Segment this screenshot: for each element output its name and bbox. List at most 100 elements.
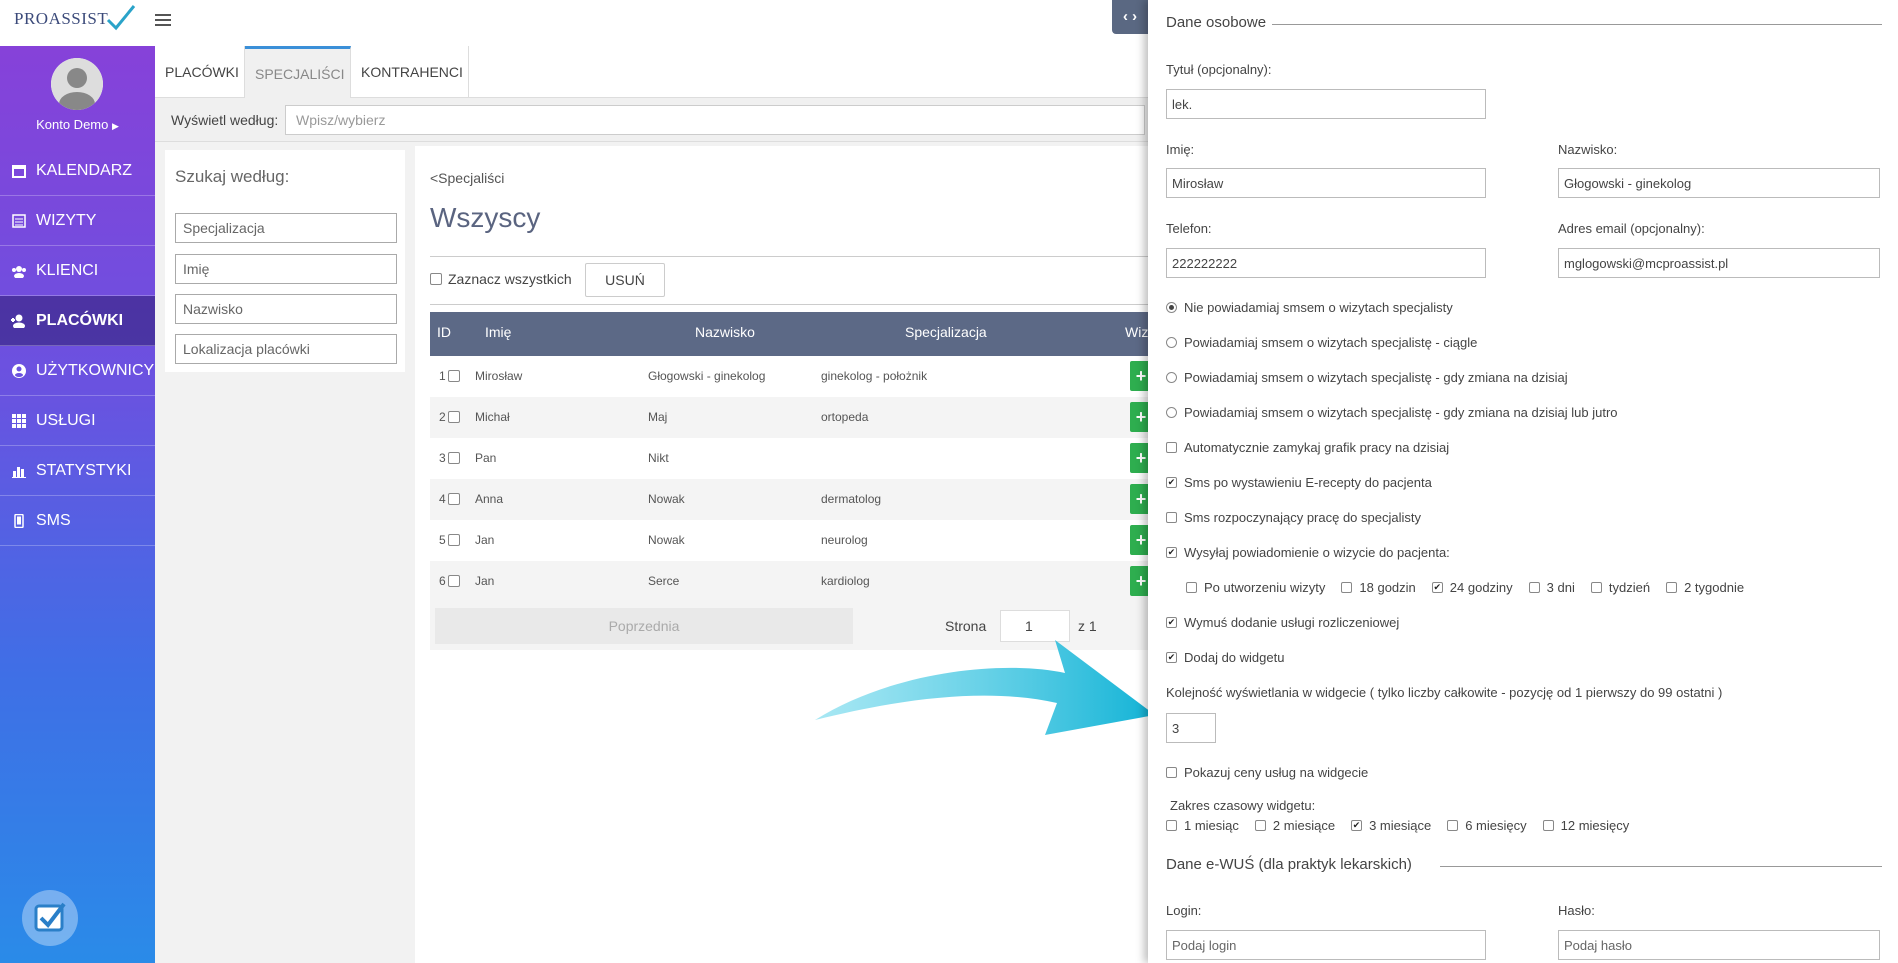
first-name-input[interactable]: Mirosław: [1166, 168, 1486, 198]
row-checkbox[interactable]: [447, 575, 460, 587]
show-prices-option[interactable]: Pokazuj ceny usług na widgecie: [1166, 765, 1368, 780]
sms-option-today[interactable]: Powiadamiaj smsem o wizytach specjalistę…: [1166, 370, 1568, 385]
checkbox[interactable]: [1590, 582, 1602, 593]
tab-placowki[interactable]: PLACÓWKI: [155, 46, 245, 98]
radio-button[interactable]: [1166, 407, 1177, 418]
notify-time-24h[interactable]: 24 godziny: [1431, 580, 1513, 595]
notify-time-18h[interactable]: 18 godzin: [1341, 580, 1416, 595]
table-row[interactable]: 6 Jan Serce kardiolog +: [430, 561, 1152, 602]
last-name-input[interactable]: Głogowski - ginekolog: [1558, 168, 1880, 198]
range-3-months[interactable]: 3 miesiące: [1351, 818, 1431, 833]
back-link[interactable]: <Specjaliści: [430, 170, 504, 186]
row-checkbox[interactable]: [447, 411, 460, 423]
help-badge[interactable]: [22, 890, 78, 946]
delete-button[interactable]: USUŃ: [585, 263, 665, 297]
tab-specjalisci[interactable]: SPECJALIŚCI: [245, 46, 351, 98]
force-service-option[interactable]: Wymuś dodanie usługi rozliczeniowej: [1166, 615, 1399, 630]
erecepta-option[interactable]: Sms po wystawieniu E-recepty do pacjenta: [1166, 475, 1432, 490]
checkbox[interactable]: [1431, 582, 1443, 593]
checkbox[interactable]: [1166, 652, 1177, 663]
sidebar-item-uslugi[interactable]: USŁUGI: [0, 396, 155, 446]
sidebar-item-klienci[interactable]: KLIENCI: [0, 246, 155, 296]
checkbox[interactable]: [1166, 547, 1177, 558]
range-2-months[interactable]: 2 miesiące: [1254, 818, 1335, 833]
tab-kontrahenci[interactable]: KONTRAHENCI: [351, 46, 469, 98]
checkbox[interactable]: [1351, 820, 1363, 831]
radio-button[interactable]: [1166, 302, 1177, 313]
range-1-month[interactable]: 1 miesiąc: [1166, 818, 1239, 833]
checkbox[interactable]: [1166, 512, 1177, 523]
checkbox[interactable]: [1528, 582, 1540, 593]
add-widget-option[interactable]: Dodaj do widgetu: [1166, 650, 1284, 665]
autoclose-option[interactable]: Automatycznie zamykaj grafik pracy na dz…: [1166, 440, 1449, 455]
search-imie-input[interactable]: Imię: [175, 254, 397, 284]
section-ewus-label: Dane e-WUŚ (dla praktyk lekarskich): [1166, 856, 1412, 873]
account-name[interactable]: Konto Demo ▶: [0, 117, 155, 132]
checkbox[interactable]: [1447, 820, 1459, 831]
sidebar-item-wizyty[interactable]: WIZYTY: [0, 196, 155, 246]
checkbox[interactable]: [1666, 582, 1678, 593]
checkbox[interactable]: [1166, 820, 1177, 831]
col-id[interactable]: ID: [437, 324, 451, 340]
checkbox[interactable]: [1166, 617, 1177, 628]
sidebar-item-uzytkownicy[interactable]: UŻYTKOWNICY: [0, 346, 155, 396]
col-imie[interactable]: Imię: [485, 324, 511, 340]
hamburger-icon[interactable]: [155, 13, 171, 27]
sms-option-none[interactable]: Nie powiadamiaj smsem o wizytach specjal…: [1166, 300, 1453, 315]
sidebar-item-kalendarz[interactable]: KALENDARZ: [0, 146, 155, 196]
start-sms-option[interactable]: Sms rozpoczynający pracę do specjalisty: [1166, 510, 1421, 525]
title-input[interactable]: lek.: [1166, 89, 1486, 119]
table-row[interactable]: 5 Jan Nowak neurolog +: [430, 520, 1152, 561]
row-checkbox[interactable]: [447, 493, 460, 505]
table-row[interactable]: 1 Mirosław Głogowski - ginekolog ginekolog …: [430, 356, 1152, 397]
col-specjalizacja[interactable]: Specjalizacja: [905, 324, 987, 340]
checkbox[interactable]: [1166, 767, 1177, 778]
checkbox[interactable]: [1166, 442, 1177, 453]
login-input[interactable]: Podaj login: [1166, 930, 1486, 960]
col-nazwisko[interactable]: Nazwisko: [695, 324, 755, 340]
search-specjalizacja-input[interactable]: Specjalizacja: [175, 213, 397, 243]
notify-time-week[interactable]: tydzień: [1590, 580, 1650, 595]
sidebar-item-label: KALENDARZ: [36, 161, 133, 179]
widget-order-input[interactable]: 3: [1166, 713, 1216, 743]
filter-input[interactable]: Wpisz/wybierz: [285, 105, 1145, 135]
sidebar-item-sms[interactable]: SMS: [0, 496, 155, 546]
radio-button[interactable]: [1166, 337, 1177, 348]
row-checkbox[interactable]: [447, 534, 460, 546]
notify-patient-option[interactable]: Wysyłaj powiadomienie o wizycie do pacje…: [1166, 545, 1450, 560]
checkbox[interactable]: [1186, 582, 1197, 593]
select-all[interactable]: Zaznacz wszystkich: [430, 271, 572, 287]
row-id-cell: 2: [439, 410, 466, 424]
checkbox[interactable]: [1542, 820, 1554, 831]
row-first-name: Anna: [475, 492, 504, 506]
checkbox[interactable]: [1166, 477, 1177, 488]
range-6-months[interactable]: 6 miesięcy: [1447, 818, 1527, 833]
row-checkbox[interactable]: [447, 452, 460, 464]
notify-time-3d[interactable]: 3 dni: [1528, 580, 1575, 595]
password-input[interactable]: Podaj hasło: [1558, 930, 1880, 960]
table-row[interactable]: 3 Pan Nikt +: [430, 438, 1152, 479]
table-row[interactable]: 2 Michał Maj ortopeda +: [430, 397, 1152, 438]
email-input[interactable]: mglogowski@mcproassist.pl: [1558, 248, 1880, 278]
table-row[interactable]: 4 Anna Nowak dermatolog +: [430, 479, 1152, 520]
select-all-checkbox[interactable]: [430, 273, 442, 285]
sidebar-item-placowki[interactable]: PLACÓWKI: [0, 296, 155, 346]
row-first-name: Jan: [475, 533, 495, 547]
search-nazwisko-input[interactable]: Nazwisko: [175, 294, 397, 324]
notify-time-2weeks[interactable]: 2 tygodnie: [1666, 580, 1744, 595]
previous-page-button[interactable]: Poprzednia: [435, 608, 853, 644]
sms-option-always[interactable]: Powiadamiaj smsem o wizytach specjalistę…: [1166, 335, 1477, 350]
col-wizyty[interactable]: Wiz: [1125, 324, 1148, 340]
notify-time-on-create[interactable]: Po utworzeniu wizyty: [1186, 580, 1325, 595]
search-lokalizacja-input[interactable]: Lokalizacja placówki: [175, 334, 397, 364]
row-checkbox[interactable]: [447, 370, 460, 382]
sms-option-today-tomorrow[interactable]: Powiadamiaj smsem o wizytach specjalistę…: [1166, 405, 1618, 420]
code-toggle-icon[interactable]: ‹›: [1112, 0, 1148, 34]
sidebar-item-statystyki[interactable]: STATYSTYKI: [0, 446, 155, 496]
checkbox[interactable]: [1254, 820, 1266, 831]
radio-button[interactable]: [1166, 372, 1177, 383]
avatar[interactable]: [51, 58, 103, 110]
phone-input[interactable]: 222222222: [1166, 248, 1486, 278]
range-12-months[interactable]: 12 miesięcy: [1542, 818, 1629, 833]
checkbox[interactable]: [1341, 582, 1353, 593]
